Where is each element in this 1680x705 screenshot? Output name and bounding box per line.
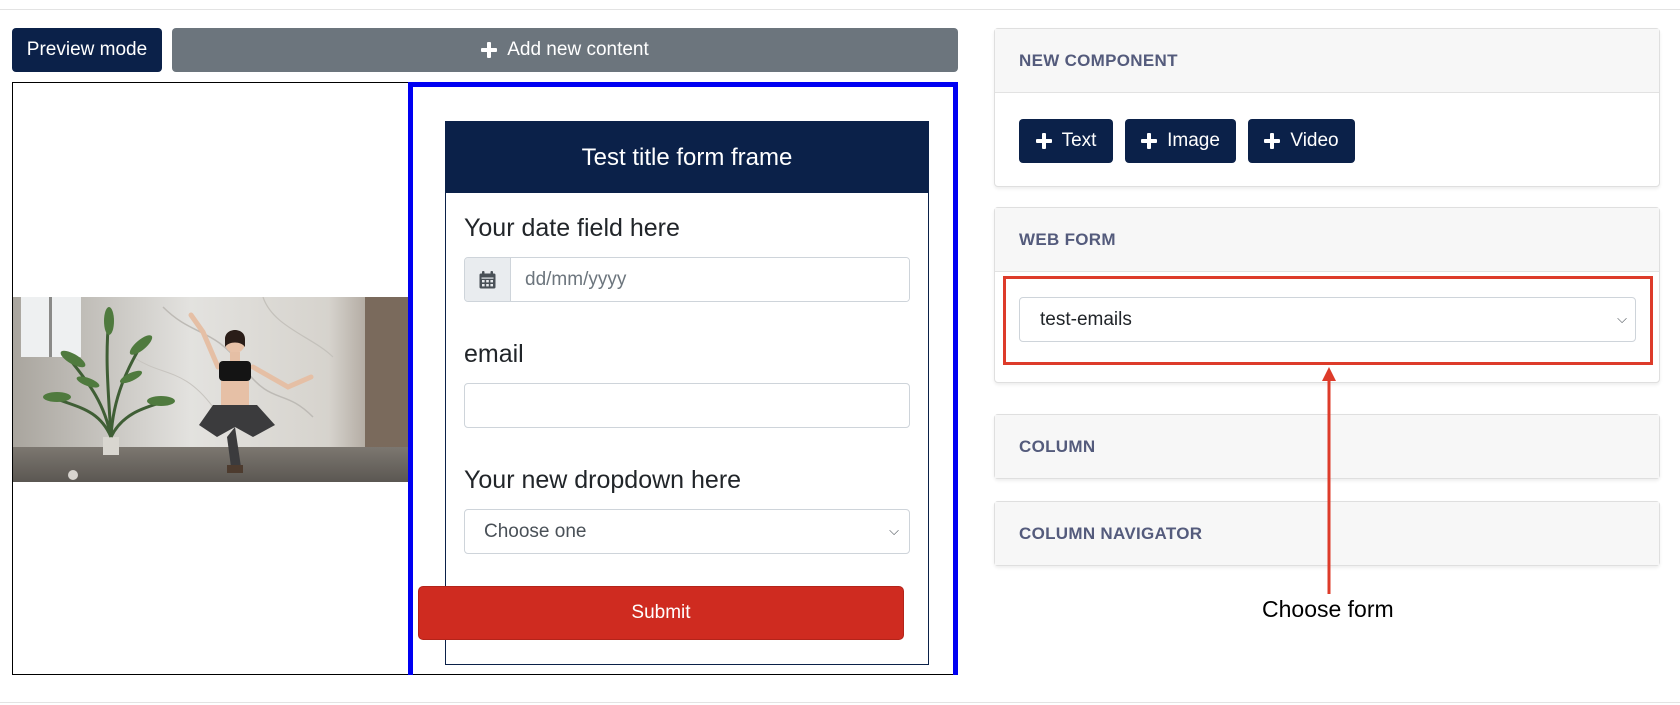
email-input[interactable] [464,383,910,428]
plus-icon [1035,133,1052,149]
date-input[interactable] [511,258,909,301]
add-text-button[interactable]: Text [1019,119,1113,163]
text-button-label: Text [1061,130,1097,151]
web-form-frame: Test title form frame Your date field he… [445,121,929,665]
column-navigator-header[interactable]: COLUMN NAVIGATOR [995,502,1659,565]
calendar-icon[interactable] [465,258,511,301]
new-component-header[interactable]: NEW COMPONENT [995,29,1659,93]
column-panel[interactable]: COLUMN [994,414,1660,479]
web-form-header[interactable]: WEB FORM [995,208,1659,272]
top-divider [0,9,1680,10]
form-title: Test title form frame [446,122,928,193]
bottom-divider [0,702,1680,703]
date-field-group [464,257,910,302]
dropdown-field-label: Your new dropdown here [464,466,742,494]
choose-one-dropdown[interactable]: Choose one ⌵ [464,509,910,554]
annotation-highlight-box [1003,276,1653,365]
add-image-button[interactable]: Image [1125,119,1236,163]
dropdown-value: Choose one [484,520,587,542]
add-new-content-button[interactable]: Add new content [172,28,958,72]
chevron-down-icon: ⌵ [889,524,899,539]
video-button-label: Video [1290,130,1339,151]
date-field-label: Your date field here [464,214,680,242]
plus-icon [481,42,498,58]
column-navigator-panel[interactable]: COLUMN NAVIGATOR [994,501,1660,566]
annotation-label: Choose form [1262,596,1394,622]
add-video-button[interactable]: Video [1248,119,1355,163]
new-component-panel: NEW COMPONENT Text Image Video [994,28,1660,187]
column-header[interactable]: COLUMN [995,415,1659,478]
add-new-content-label: Add new content [507,39,649,60]
email-field-label: email [464,340,524,368]
yoga-photo[interactable] [13,297,408,482]
image-column[interactable] [13,83,408,674]
preview-mode-button[interactable]: Preview mode [12,28,162,72]
plus-icon [1264,133,1281,149]
submit-button[interactable]: Submit [418,586,904,640]
plus-icon [1141,133,1158,149]
image-button-label: Image [1167,130,1220,151]
